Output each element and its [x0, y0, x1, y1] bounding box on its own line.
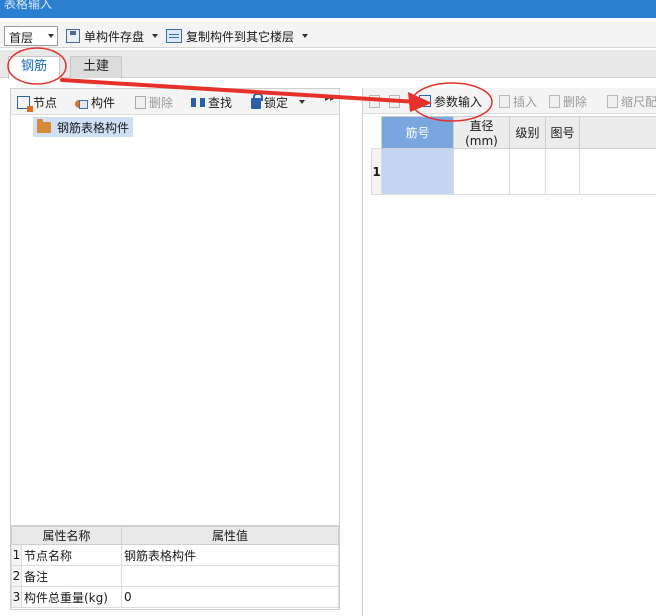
window-title: 表格输入	[4, 0, 53, 11]
floor-select[interactable]: 首层	[4, 26, 58, 46]
grid-corner	[372, 117, 382, 149]
cell-bar-no[interactable]	[381, 148, 454, 195]
add-component-label: 构件	[91, 95, 116, 110]
rebar-table-panel: 参数输入 插入 删除 缩尺配 筋号 直径(mm) 级别 图号 1	[362, 88, 656, 616]
add-node-label: 节点	[33, 95, 58, 110]
title-bar: 表格输入	[0, 0, 656, 18]
property-value-header: 属性值	[121, 526, 339, 545]
cell-diameter[interactable]	[453, 148, 510, 195]
add-row-icon	[369, 94, 380, 108]
find-button[interactable]: 查找	[191, 93, 232, 111]
property-name-header: 属性名称	[11, 526, 122, 545]
tree-toolbar: 节点 构件 删除 查找 锁定 ▸▸	[11, 89, 339, 115]
cell-shape-no[interactable]	[545, 148, 580, 195]
copy-to-floors-label: 复制构件到其它楼层	[186, 29, 295, 44]
row-index: 1	[11, 544, 22, 566]
add-component-button[interactable]: 构件	[75, 93, 115, 111]
delete-row-icon	[389, 94, 400, 108]
binoculars-icon	[191, 96, 205, 108]
col-header-bar-no[interactable]: 筋号	[381, 116, 454, 149]
row-number: 1	[371, 148, 382, 195]
row-index: 2	[11, 565, 22, 587]
property-name-cell: 节点名称	[21, 544, 122, 566]
table-row[interactable]: 2 备注	[11, 565, 339, 587]
insert-icon	[499, 94, 510, 108]
delete-icon	[549, 94, 560, 108]
add-row-button[interactable]	[369, 92, 380, 110]
col-header-blank	[579, 116, 656, 149]
save-icon	[66, 29, 80, 43]
chevron-down-icon	[299, 100, 306, 104]
row-index: 3	[11, 586, 22, 608]
component-tree-panel: 节点 构件 删除 查找 锁定 ▸▸ 钢筋表格构件 属性名称 属性值 1 节点名称…	[10, 88, 340, 610]
scale-icon	[607, 94, 618, 108]
property-name-cell: 备注	[21, 565, 122, 587]
lock-icon	[251, 93, 263, 109]
property-grid: 属性名称 属性值 1 节点名称 钢筋表格构件 2 备注 3 构件总重量(kg)	[11, 525, 339, 608]
save-component-button[interactable]: 单构件存盘	[66, 26, 159, 46]
col-header-grade[interactable]: 级别	[509, 116, 546, 149]
col-header-shape-no[interactable]: 图号	[545, 116, 580, 149]
rebar-grid: 筋号 直径(mm) 级别 图号 1	[371, 116, 656, 195]
property-name-cell: 构件总重量(kg)	[21, 586, 122, 608]
chevron-down-icon	[48, 34, 54, 38]
lock-label: 锁定	[264, 95, 289, 110]
component-icon	[75, 96, 88, 109]
param-icon	[419, 95, 431, 107]
param-input-label: 参数输入	[434, 94, 483, 109]
table-row[interactable]: 1	[371, 148, 656, 195]
tab-bar: 钢筋 土建	[0, 50, 656, 79]
tab-rebar[interactable]: 钢筋	[8, 56, 61, 79]
table-row[interactable]: 3 构件总重量(kg) 0	[11, 586, 339, 608]
insert-button[interactable]: 插入	[499, 92, 537, 110]
scale-rebar-label: 缩尺配	[621, 94, 656, 109]
tab-civil[interactable]: 土建	[70, 56, 123, 78]
delete-rebar-button[interactable]: 删除	[549, 92, 587, 110]
copy-to-floors-button[interactable]: 复制构件到其它楼层	[166, 26, 309, 46]
table-row[interactable]: 1 节点名称 钢筋表格构件	[11, 544, 339, 566]
delete-icon	[135, 95, 146, 109]
property-value-cell[interactable]	[121, 565, 339, 587]
col-header-diameter[interactable]: 直径(mm)	[453, 116, 510, 149]
add-node-button[interactable]: 节点	[17, 93, 58, 112]
floor-select-value: 首层	[9, 31, 34, 45]
save-component-label: 单构件存盘	[84, 29, 145, 44]
property-value-cell[interactable]: 钢筋表格构件	[121, 544, 339, 566]
node-icon	[17, 95, 33, 112]
copy-floor-icon	[166, 29, 182, 43]
delete-button[interactable]: 删除	[135, 93, 173, 111]
cell-grade[interactable]	[509, 148, 546, 195]
insert-label: 插入	[513, 94, 538, 109]
scale-rebar-button[interactable]: 缩尺配	[607, 92, 656, 110]
folder-icon	[37, 118, 51, 133]
delete-rebar-label: 删除	[563, 94, 588, 109]
tree-item-rebar-table-component[interactable]: 钢筋表格构件	[33, 117, 134, 137]
chevron-down-icon	[302, 34, 309, 38]
property-value-cell[interactable]: 0	[121, 586, 339, 608]
find-label: 查找	[208, 95, 233, 110]
param-input-button[interactable]: 参数输入	[419, 92, 482, 110]
lock-button[interactable]: 锁定	[251, 93, 306, 111]
chevron-down-icon	[152, 34, 159, 38]
rebar-toolbar: 参数输入 插入 删除 缩尺配	[363, 88, 656, 114]
delete-row-button[interactable]	[389, 92, 400, 110]
overflow-chevron-icon[interactable]: ▸▸	[325, 93, 335, 104]
delete-label: 删除	[149, 95, 174, 110]
main-toolbar: 首层 单构件存盘 复制构件到其它楼层	[0, 22, 656, 48]
tree-item-label: 钢筋表格构件	[57, 120, 130, 135]
cell-blank[interactable]	[579, 148, 656, 195]
